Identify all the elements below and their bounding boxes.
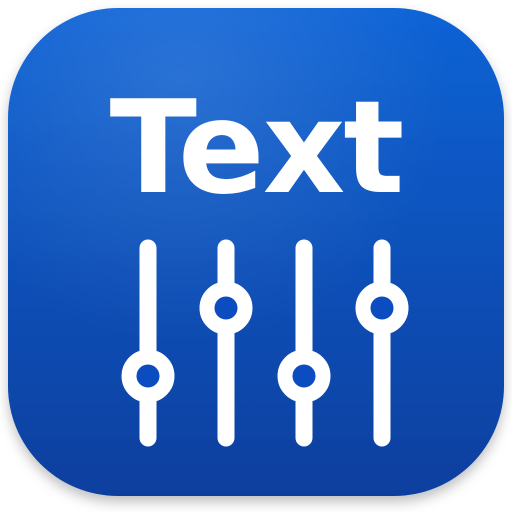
app-icon-graphic: Text — [8, 8, 504, 496]
slider-1-knob[interactable] — [121, 349, 175, 403]
app-icon[interactable]: Text — [0, 0, 512, 512]
slider-2-knob[interactable] — [199, 281, 253, 335]
slider-3-knob[interactable] — [277, 349, 331, 403]
icon-label: Text — [110, 74, 403, 223]
slider-4-knob[interactable] — [355, 281, 409, 335]
